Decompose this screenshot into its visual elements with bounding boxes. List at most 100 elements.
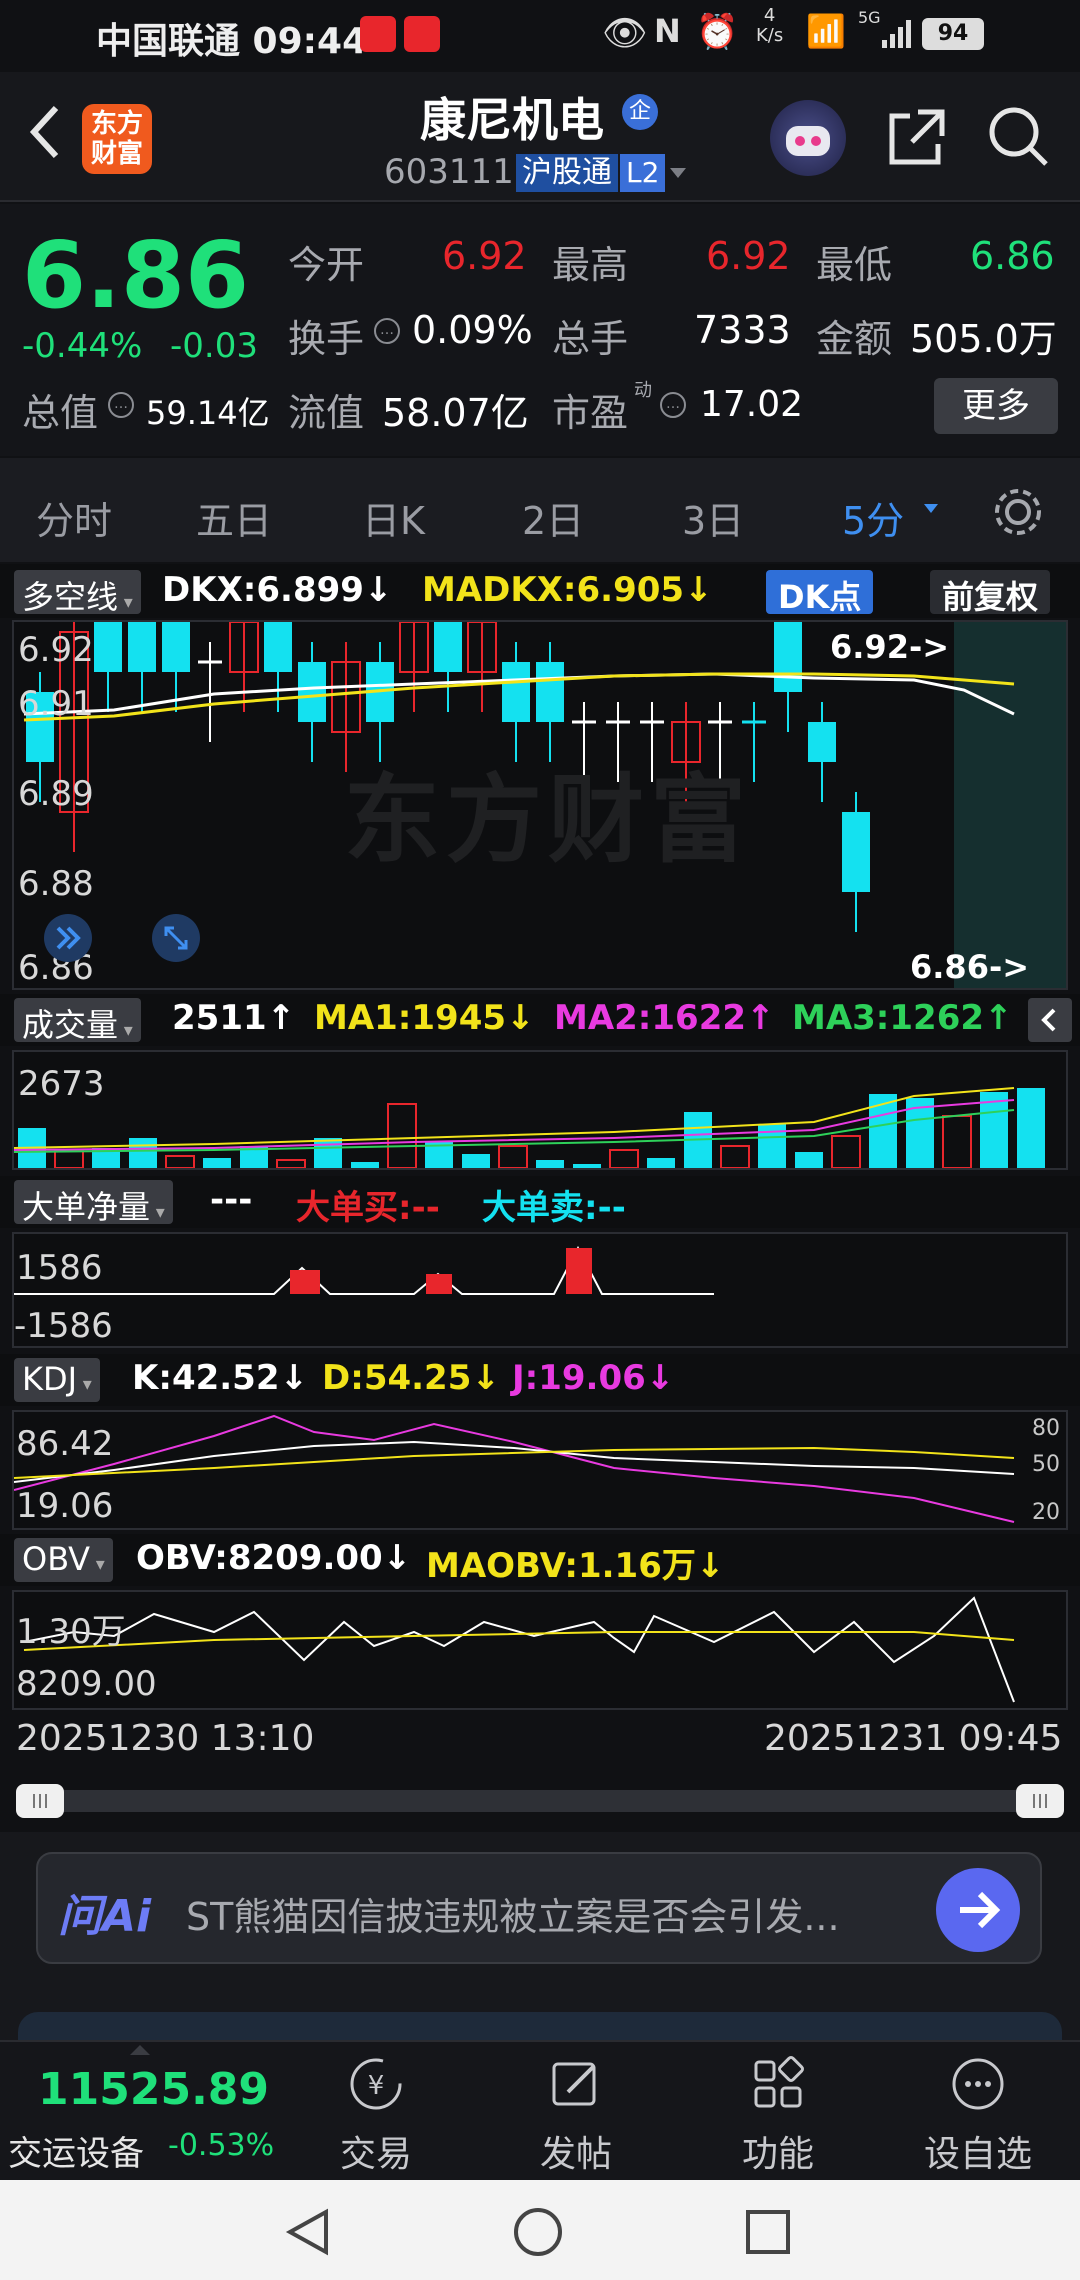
volume-bar <box>387 1103 417 1168</box>
more-button[interactable]: 更多 <box>934 378 1058 434</box>
volume-chart[interactable]: 2673 <box>12 1050 1068 1170</box>
more-dots-icon <box>952 2058 1004 2110</box>
index-value[interactable]: 11525.89 <box>38 2064 269 2115</box>
tab-daily-k[interactable]: 日K <box>362 490 425 545</box>
high-value: 6.92 <box>706 234 791 278</box>
amount-value: 505.0万 <box>910 317 1057 361</box>
change-value: -0.03 <box>170 326 258 366</box>
search-icon[interactable] <box>986 104 1052 170</box>
stock-code: 603111 <box>384 152 514 192</box>
turnover-label: 换手 <box>288 317 365 361</box>
back-triangle-icon[interactable] <box>282 2206 334 2258</box>
bigorder-bar <box>426 1274 452 1294</box>
volume-bar <box>1017 1088 1045 1168</box>
volume-indicator-select[interactable]: 成交量 ▾ <box>14 998 141 1044</box>
info-icon[interactable]: … <box>108 392 134 418</box>
candle-down <box>94 622 122 672</box>
obv-chart[interactable]: 1.30万 8209.00 <box>12 1590 1068 1710</box>
ai-suggestion-text: ST熊猫因信披违规被立案是否会引发... <box>186 1895 840 1939</box>
status-bar: 中国联通 09:44 👁 N ⏰ 4 K/s 📶 5G 94 <box>0 0 1080 72</box>
quote-panel: 6.86 -0.44% -0.03 今开 6.92 最高 6.92 最低 6.8… <box>0 204 1080 456</box>
bigorder-indicator-select[interactable]: 大单净量 ▾ <box>14 1180 173 1226</box>
vol-ma3: MA3:1262↑ <box>792 998 1013 1038</box>
share-icon[interactable] <box>884 104 950 170</box>
volume-bar <box>720 1145 750 1168</box>
ai-send-arrow-icon[interactable] <box>936 1868 1020 1952</box>
pe-dynamic-mark: 动 <box>634 380 652 401</box>
alarm-icon: ⏰ <box>696 12 739 52</box>
app-notification-icon <box>404 16 440 52</box>
yen-cycle-icon: ¥ <box>350 2058 402 2110</box>
kdj-y-bottom: 19.06 <box>16 1486 114 1526</box>
info-icon[interactable]: … <box>660 392 686 418</box>
low-marker: 6.86-> <box>910 948 1030 986</box>
nav-trade[interactable]: ¥ 交易 <box>296 2052 456 2177</box>
range-handle-left[interactable] <box>16 1784 64 1818</box>
nav-add-watchlist[interactable]: 设自选 <box>898 2052 1058 2177</box>
edit-icon <box>552 2062 596 2106</box>
candle-down <box>842 812 870 892</box>
indicator-select[interactable]: 多空线 ▾ <box>14 570 141 616</box>
vol-ma2: MA2:1622↑ <box>554 998 775 1038</box>
candle-down <box>434 622 462 672</box>
obv-indicator-select[interactable]: OBV ▾ <box>14 1538 113 1582</box>
fullscreen-icon[interactable] <box>152 914 200 962</box>
tab-two-day[interactable]: 2日 <box>522 490 584 545</box>
candle-down <box>808 722 836 762</box>
bigorder-chart[interactable]: 1586 -1586 <box>12 1232 1068 1348</box>
grid-apps-icon <box>754 2056 804 2108</box>
kdj-ref-50: 50 <box>1032 1452 1060 1477</box>
main-indicator-bar: 多空线 ▾ DKX:6.899↓ MADKX:6.905↓ DK点 前复权 <box>0 564 1080 618</box>
nav-function[interactable]: 功能 <box>698 2052 858 2177</box>
home-circle-icon[interactable] <box>512 2206 564 2258</box>
battery-icon: 94 <box>922 18 984 50</box>
y-label-2: 6.91 <box>18 684 94 724</box>
collapse-chevron-icon[interactable] <box>1028 998 1072 1042</box>
kdj-d: D:54.25↓ <box>322 1358 500 1398</box>
kdj-ref-80: 80 <box>1032 1416 1060 1441</box>
net-speed: 4 K/s <box>756 5 784 46</box>
enterprise-badge: 企 <box>622 94 658 130</box>
candle-down <box>298 662 326 722</box>
kdj-k: K:42.52↓ <box>132 1358 308 1398</box>
settings-gear-icon[interactable] <box>990 484 1046 540</box>
tab-dropdown-icon[interactable] <box>922 500 940 518</box>
info-icon[interactable]: … <box>374 318 400 344</box>
bigorder-y-bottom: -1586 <box>14 1306 113 1346</box>
vol-ma2-line <box>14 1099 1015 1151</box>
expand-left-icon[interactable] <box>44 914 92 962</box>
time-range-scrollbar[interactable] <box>16 1790 1064 1812</box>
volume-indicator-bar: 成交量 ▾ 2511↑ MA1:1945↓ MA2:1622↑ MA3:1262… <box>0 994 1080 1046</box>
ai-question-bar[interactable]: 问Ai ST熊猫因信披违规被立案是否会引发... <box>36 1852 1042 1964</box>
tab-three-day[interactable]: 3日 <box>682 490 744 545</box>
kdj-indicator-select[interactable]: KDJ ▾ <box>14 1358 100 1402</box>
eastmoney-logo[interactable]: 东方 财富 <box>82 104 152 174</box>
bigorder-line <box>14 1245 714 1295</box>
level2-badge[interactable]: L2 <box>620 154 666 192</box>
dk-point-button[interactable]: DK点 <box>766 570 874 616</box>
volume-bar <box>942 1115 972 1168</box>
ai-logo: 问Ai <box>58 1891 152 1942</box>
low-label: 最低 <box>816 243 893 287</box>
adjust-mode-button[interactable]: 前复权 <box>930 570 1051 616</box>
recents-square-icon[interactable] <box>744 2208 792 2256</box>
robot-assistant-icon[interactable] <box>770 100 846 176</box>
tab-five-day[interactable]: 五日 <box>196 490 272 545</box>
back-icon[interactable] <box>24 102 64 162</box>
candle-down <box>502 662 530 722</box>
candlestick-chart[interactable]: 东方财富 6.92 6.91 6.89 6.88 6.86 6.92-> 6.8… <box>12 620 1068 990</box>
high-label: 最高 <box>552 243 629 287</box>
nav-post[interactable]: 发帖 <box>496 2052 656 2177</box>
bigorder-bar <box>566 1248 592 1294</box>
index-name[interactable]: 交运设备 <box>8 2126 144 2175</box>
volume-bar <box>276 1159 306 1168</box>
tab-five-min[interactable]: 5分 <box>842 490 904 545</box>
chevron-down-icon[interactable] <box>668 164 688 184</box>
range-handle-right[interactable] <box>1016 1784 1064 1818</box>
dkx-value: DKX:6.899↓ <box>162 570 393 610</box>
tab-intraday[interactable]: 分时 <box>36 490 112 545</box>
candle-down <box>536 662 564 722</box>
bigorder-buy: 大单买:-- <box>296 1188 440 1228</box>
svg-text:¥: ¥ <box>368 2071 385 2101</box>
kdj-chart[interactable]: 86.42 19.06 80 50 20 <box>12 1410 1068 1530</box>
